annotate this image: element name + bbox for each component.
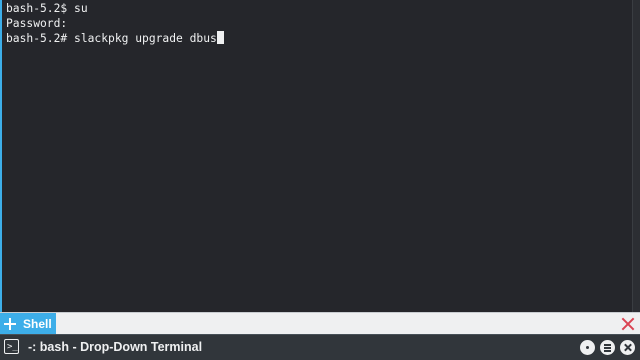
plus-icon[interactable] (4, 317, 16, 330)
dot-icon[interactable] (580, 340, 595, 355)
text-cursor (216, 31, 224, 44)
tab-label: Shell (23, 316, 52, 331)
terminal-scrollbar[interactable] (632, 0, 640, 312)
close-tab-icon[interactable] (620, 316, 636, 332)
close-icon[interactable] (620, 340, 635, 355)
terminal-line-1: bash-5.2$ su (6, 2, 88, 15)
dropdown-terminal-window: bash-5.2$ su Password: bash-5.2# slackpk… (0, 0, 640, 360)
terminal-line-2: Password: (6, 17, 68, 30)
terminal-command-text: bash-5.2# slackpkg upgrade dbus (6, 32, 217, 45)
tab-shell[interactable]: Shell (0, 313, 56, 334)
tab-bar: Shell (0, 312, 640, 334)
terminal-area[interactable]: bash-5.2$ su Password: bash-5.2# slackpk… (0, 0, 632, 312)
hamburger-menu-icon[interactable] (600, 340, 615, 355)
terminal-icon: >_ (4, 339, 19, 354)
title-bar: >_ -: bash - Drop-Down Terminal (0, 334, 640, 360)
window-title: -: bash - Drop-Down Terminal (28, 340, 203, 354)
terminal-line-3: bash-5.2# slackpkg upgrade dbus (6, 31, 632, 46)
